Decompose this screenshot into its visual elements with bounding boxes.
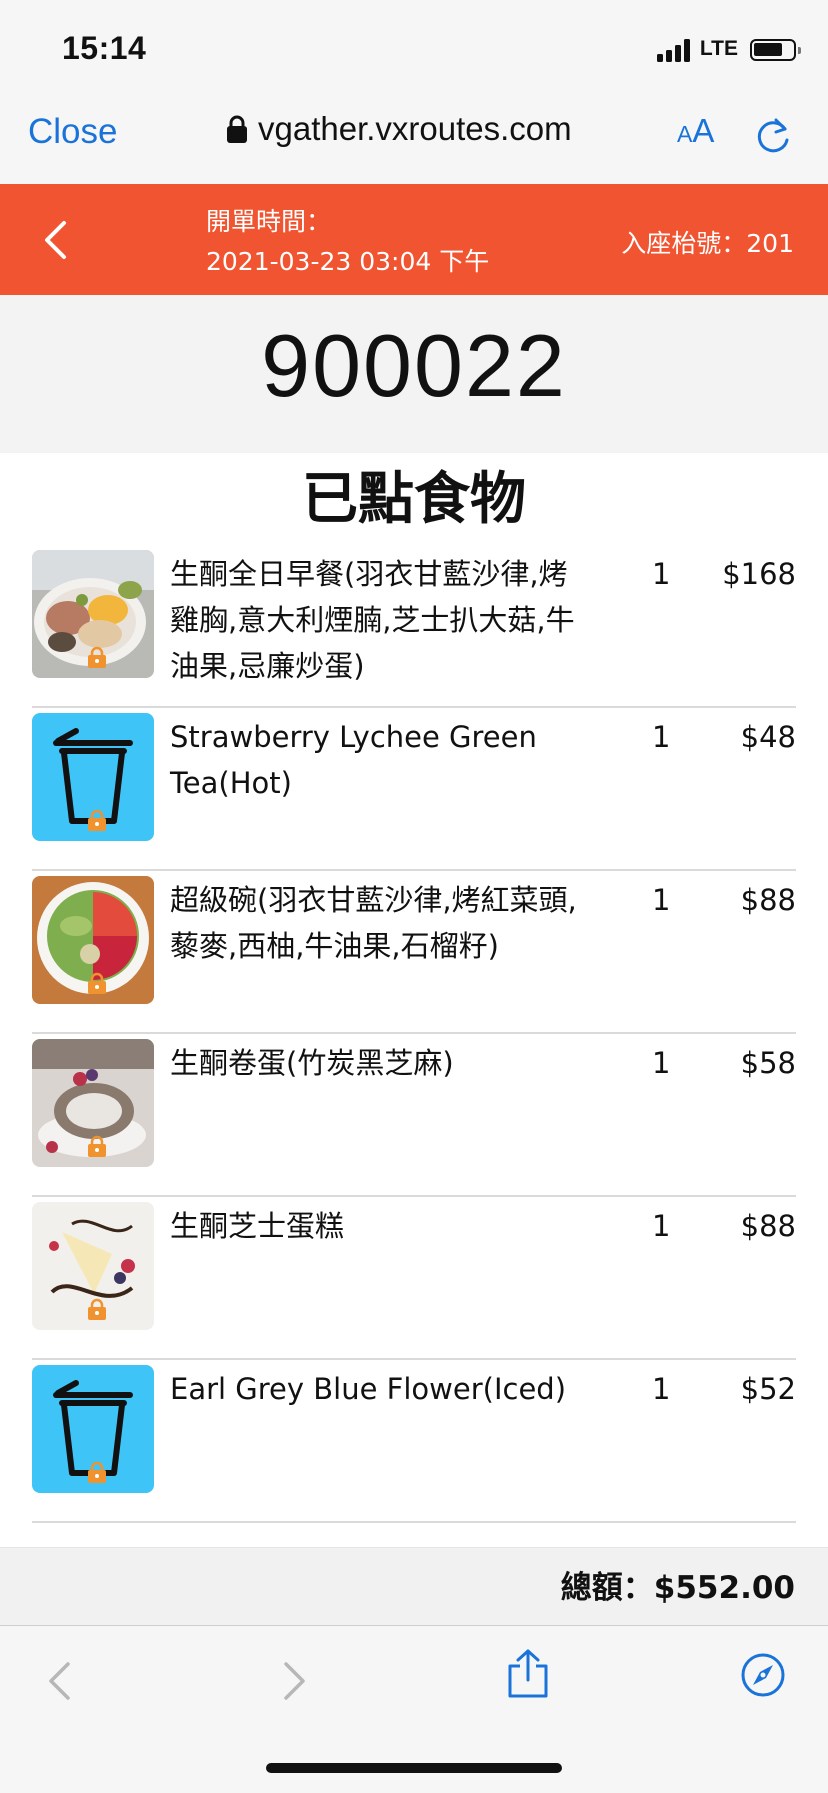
text-size-button[interactable]: AA xyxy=(677,114,714,147)
food-thumbnail xyxy=(32,1202,154,1330)
item-quantity: 1 xyxy=(652,1046,671,1080)
lock-badge-icon xyxy=(88,1298,106,1320)
item-quantity: 1 xyxy=(652,1209,671,1243)
order-number: 900022 xyxy=(261,316,567,415)
item-quantity: 1 xyxy=(652,557,671,591)
reload-icon[interactable] xyxy=(755,116,793,156)
total-bar: 總額：$552.00 xyxy=(0,1547,828,1625)
forward-arrow-icon[interactable] xyxy=(282,1660,308,1702)
status-bar: 15:14 LTE xyxy=(0,0,828,92)
item-price: $88 xyxy=(740,883,796,917)
lock-badge-icon xyxy=(88,809,106,831)
table-number: 入座枱號：201 xyxy=(621,229,794,258)
food-thumbnail xyxy=(32,550,154,678)
list-item[interactable]: Strawberry Lychee Green Tea(Hot) 1 $48 xyxy=(32,708,796,871)
signal-icon xyxy=(656,38,690,62)
url-text: vgather.vxroutes.com xyxy=(258,110,572,147)
back-arrow-icon[interactable] xyxy=(46,1660,72,1702)
item-price: $58 xyxy=(740,1046,796,1080)
network-label: LTE xyxy=(699,37,738,60)
list-item[interactable]: 超級碗(羽衣甘藍沙律,烤紅菜頭,藜麥,西柚,牛油果,石榴籽) 1 $88 xyxy=(32,871,796,1034)
item-quantity: 1 xyxy=(652,720,671,754)
home-indicator xyxy=(266,1763,562,1773)
item-quantity: 1 xyxy=(652,883,671,917)
food-thumbnail xyxy=(32,876,154,1004)
chevron-left-icon[interactable] xyxy=(42,220,68,260)
url-field[interactable]: vgather.vxroutes.com xyxy=(226,110,572,148)
food-thumbnail xyxy=(32,1039,154,1167)
order-total: 總額：$552.00 xyxy=(560,1570,795,1606)
item-name: 生酮全日早餐(羽衣甘藍沙律,烤雞胸,意大利煙腩,芝士扒大菇,牛油果,忌廉炒蛋) xyxy=(170,557,575,683)
drink-cup-icon xyxy=(32,1365,154,1493)
compass-icon[interactable] xyxy=(740,1652,786,1698)
lock-badge-icon xyxy=(88,1135,106,1157)
item-price: $168 xyxy=(722,557,796,591)
item-name: 生酮芝士蛋糕 xyxy=(170,1209,345,1243)
item-price: $88 xyxy=(740,1209,796,1243)
order-number-band: 900022 xyxy=(0,295,828,453)
lock-badge-icon xyxy=(88,972,106,994)
status-indicators: LTE xyxy=(656,36,801,62)
lock-icon xyxy=(227,115,247,143)
order-header: 開單時間： 2021-03-23 03:04 下午 入座枱號：201 xyxy=(0,184,828,295)
item-quantity: 1 xyxy=(652,1372,671,1406)
section-title: 已點食物 xyxy=(302,467,526,532)
item-name: 超級碗(羽衣甘藍沙律,烤紅菜頭,藜麥,西柚,牛油果,石榴籽) xyxy=(170,883,577,963)
item-name: Strawberry Lychee Green Tea(Hot) xyxy=(170,720,537,800)
item-name: Earl Grey Blue Flower(Iced) xyxy=(170,1372,567,1406)
item-name: 生酮卷蛋(竹炭黑芝麻) xyxy=(170,1046,454,1080)
status-time: 15:14 xyxy=(62,30,147,66)
item-price: $48 xyxy=(740,720,796,754)
list-item[interactable]: 生酮全日早餐(羽衣甘藍沙律,烤雞胸,意大利煙腩,芝士扒大菇,牛油果,忌廉炒蛋) … xyxy=(32,545,796,708)
list-item[interactable]: Earl Grey Blue Flower(Iced) 1 $52 xyxy=(32,1360,796,1523)
list-item[interactable]: 生酮卷蛋(竹炭黑芝麻) 1 $58 xyxy=(32,1034,796,1197)
browser-bar: Close vgather.vxroutes.com AA xyxy=(0,92,828,184)
share-icon[interactable] xyxy=(506,1648,550,1700)
ordered-items-list: 生酮全日早餐(羽衣甘藍沙律,烤雞胸,意大利煙腩,芝士扒大菇,牛油果,忌廉炒蛋) … xyxy=(32,545,796,1523)
item-price: $52 xyxy=(740,1372,796,1406)
drink-cup-icon xyxy=(32,713,154,841)
list-item[interactable]: 生酮芝士蛋糕 1 $88 xyxy=(32,1197,796,1360)
open-time-label: 開單時間： xyxy=(206,207,332,236)
open-time-value: 2021-03-23 03:04 下午 xyxy=(206,247,490,276)
lock-badge-icon xyxy=(88,1461,106,1483)
close-button[interactable]: Close xyxy=(28,112,117,152)
lock-badge-icon xyxy=(88,646,106,668)
battery-icon xyxy=(750,39,801,61)
